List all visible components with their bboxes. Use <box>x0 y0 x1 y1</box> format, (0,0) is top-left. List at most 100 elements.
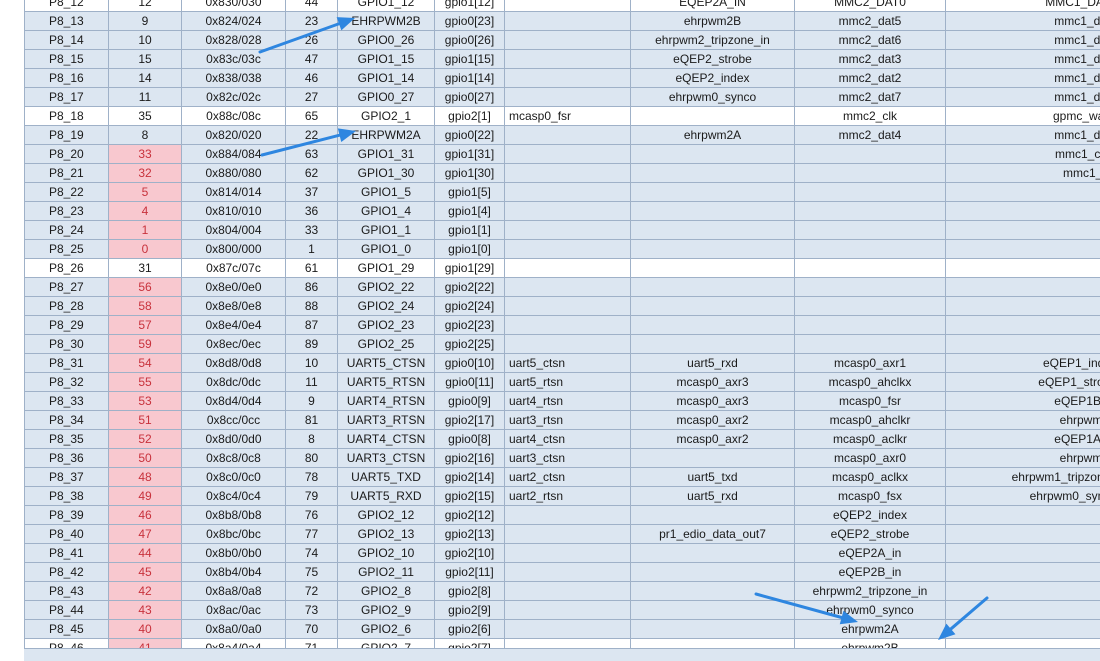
mode-3-cell: uart3_rtsn <box>505 411 631 430</box>
mode-3-cell: uart5_ctsn <box>505 354 631 373</box>
offset-address-cell: 0x800/000 <box>182 240 286 259</box>
signal-name-cell: UART4_CTSN <box>338 430 435 449</box>
mode-4-cell: uart5_txd <box>631 468 795 487</box>
pin-label-cell: P8_29 <box>25 316 109 335</box>
gpio-mapping-cell: gpio0[27] <box>435 88 505 107</box>
mode-3-cell <box>505 563 631 582</box>
gpio-number-cell: 40 <box>109 620 182 639</box>
mode-4-cell <box>631 563 795 582</box>
table-row: P8_2340x810/01036GPIO1_4gpio1[4] <box>25 202 1100 221</box>
table-row: P8_38490x8c4/0c479UART5_RXDgpio2[15]uart… <box>25 487 1100 506</box>
mode-4-cell: mcasp0_axr2 <box>631 430 795 449</box>
gpio-pin-cell: 23 <box>286 12 338 31</box>
gpio-mapping-cell: gpio2[13] <box>435 525 505 544</box>
mode-5-cell: eQEP2B_in <box>795 563 946 582</box>
gpio-mapping-cell: gpio1[5] <box>435 183 505 202</box>
signal-name-cell: GPIO2_9 <box>338 601 435 620</box>
offset-address-cell: 0x8dc/0dc <box>182 373 286 392</box>
mode-6-cell <box>946 525 1100 544</box>
signal-name-cell: UART5_CTSN <box>338 354 435 373</box>
mode-3-cell <box>505 601 631 620</box>
signal-name-cell: GPIO0_26 <box>338 31 435 50</box>
gpio-pin-cell: 44 <box>286 0 338 12</box>
table-row: P8_28580x8e8/0e888GPIO2_24gpio2[24] <box>25 297 1100 316</box>
mode-6-cell: ehrpwm1A <box>946 449 1100 468</box>
signal-name-cell: GPIO1_29 <box>338 259 435 278</box>
mode-6-cell <box>946 335 1100 354</box>
signal-name-cell: EHRPWM2B <box>338 12 435 31</box>
mode-4-cell: ehrpwm0_synco <box>631 88 795 107</box>
gpio-mapping-cell: gpio1[15] <box>435 50 505 69</box>
pin-label-cell: P8_45 <box>25 620 109 639</box>
table-row: P8_2500x800/0001GPIO1_0gpio1[0] <box>25 240 1100 259</box>
mode-3-cell <box>505 50 631 69</box>
mode-4-cell: eQEP2_strobe <box>631 50 795 69</box>
mode-6-cell: mmc1_dat6 <box>946 69 1100 88</box>
table-row: P8_33530x8d4/0d49UART4_RTSNgpio0[9]uart4… <box>25 392 1100 411</box>
gpio-number-cell: 55 <box>109 373 182 392</box>
gpio-mapping-cell: gpio1[30] <box>435 164 505 183</box>
gpio-number-cell: 45 <box>109 563 182 582</box>
signal-name-cell: GPIO2_6 <box>338 620 435 639</box>
gpio-mapping-cell: gpio2[16] <box>435 449 505 468</box>
gpio-number-cell: 1 <box>109 221 182 240</box>
table-row: P8_30590x8ec/0ec89GPIO2_25gpio2[25] <box>25 335 1100 354</box>
mode-3-cell <box>505 297 631 316</box>
gpio-mapping-cell: gpio2[14] <box>435 468 505 487</box>
mode-5-cell: mmc2_dat7 <box>795 88 946 107</box>
offset-address-cell: 0x8ac/0ac <box>182 601 286 620</box>
signal-name-cell: GPIO2_10 <box>338 544 435 563</box>
gpio-mapping-cell: gpio1[31] <box>435 145 505 164</box>
gpio-pin-cell: 11 <box>286 373 338 392</box>
gpio-pin-cell: 61 <box>286 259 338 278</box>
mode-3-cell <box>505 278 631 297</box>
mode-4-cell <box>631 240 795 259</box>
offset-address-cell: 0x8bc/0bc <box>182 525 286 544</box>
mode-6-cell: ehrpwm1_tripzone_ <box>946 468 1100 487</box>
offset-address-cell: 0x824/024 <box>182 12 286 31</box>
pin-label-cell: P8_33 <box>25 392 109 411</box>
gpio-mapping-cell: gpio2[22] <box>435 278 505 297</box>
gpio-pin-cell: 10 <box>286 354 338 373</box>
mode-4-cell: pr1_edio_data_out7 <box>631 525 795 544</box>
signal-name-cell: GPIO1_5 <box>338 183 435 202</box>
mode-6-cell: mmc1_cmd <box>946 145 1100 164</box>
signal-name-cell: GPIO1_4 <box>338 202 435 221</box>
table-row: P8_17110x82c/02c27GPIO0_27gpio0[27]ehrpw… <box>25 88 1100 107</box>
pin-label-cell: P8_44 <box>25 601 109 620</box>
mode-4-cell <box>631 259 795 278</box>
mode-5-cell: mmc2_dat6 <box>795 31 946 50</box>
mode-3-cell <box>505 316 631 335</box>
mode-4-cell <box>631 107 795 126</box>
mode-6-cell: mmc1_dat7 <box>946 50 1100 69</box>
pin-label-cell: P8_25 <box>25 240 109 259</box>
gpio-pin-cell: 26 <box>286 31 338 50</box>
mode-6-cell: mmc1_dat1 <box>946 12 1100 31</box>
gpio-number-cell: 15 <box>109 50 182 69</box>
mode-4-cell <box>631 620 795 639</box>
mode-4-cell: ehrpwm2B <box>631 12 795 31</box>
gpio-number-cell: 35 <box>109 107 182 126</box>
gpio-number-cell: 43 <box>109 601 182 620</box>
pin-rows: P8_12120x830/03044GPIO1_12gpio1[12]EQEP2… <box>25 0 1100 658</box>
offset-address-cell: 0x8e4/0e4 <box>182 316 286 335</box>
signal-name-cell: GPIO2_1 <box>338 107 435 126</box>
gpio-mapping-cell: gpio2[17] <box>435 411 505 430</box>
signal-name-cell: GPIO2_25 <box>338 335 435 354</box>
offset-address-cell: 0x830/030 <box>182 0 286 12</box>
signal-name-cell: GPIO1_30 <box>338 164 435 183</box>
pin-label-cell: P8_35 <box>25 430 109 449</box>
mode-6-cell <box>946 563 1100 582</box>
gpio-mapping-cell: gpio2[8] <box>435 582 505 601</box>
pin-label-cell: P8_28 <box>25 297 109 316</box>
mode-5-cell <box>795 316 946 335</box>
mode-6-cell <box>946 183 1100 202</box>
signal-name-cell: GPIO0_27 <box>338 88 435 107</box>
gpio-mapping-cell: gpio2[23] <box>435 316 505 335</box>
gpio-number-cell: 57 <box>109 316 182 335</box>
gpio-pin-cell: 36 <box>286 202 338 221</box>
gpio-number-cell: 50 <box>109 449 182 468</box>
gpio-number-cell: 8 <box>109 126 182 145</box>
gpio-number-cell: 56 <box>109 278 182 297</box>
gpio-pin-cell: 86 <box>286 278 338 297</box>
